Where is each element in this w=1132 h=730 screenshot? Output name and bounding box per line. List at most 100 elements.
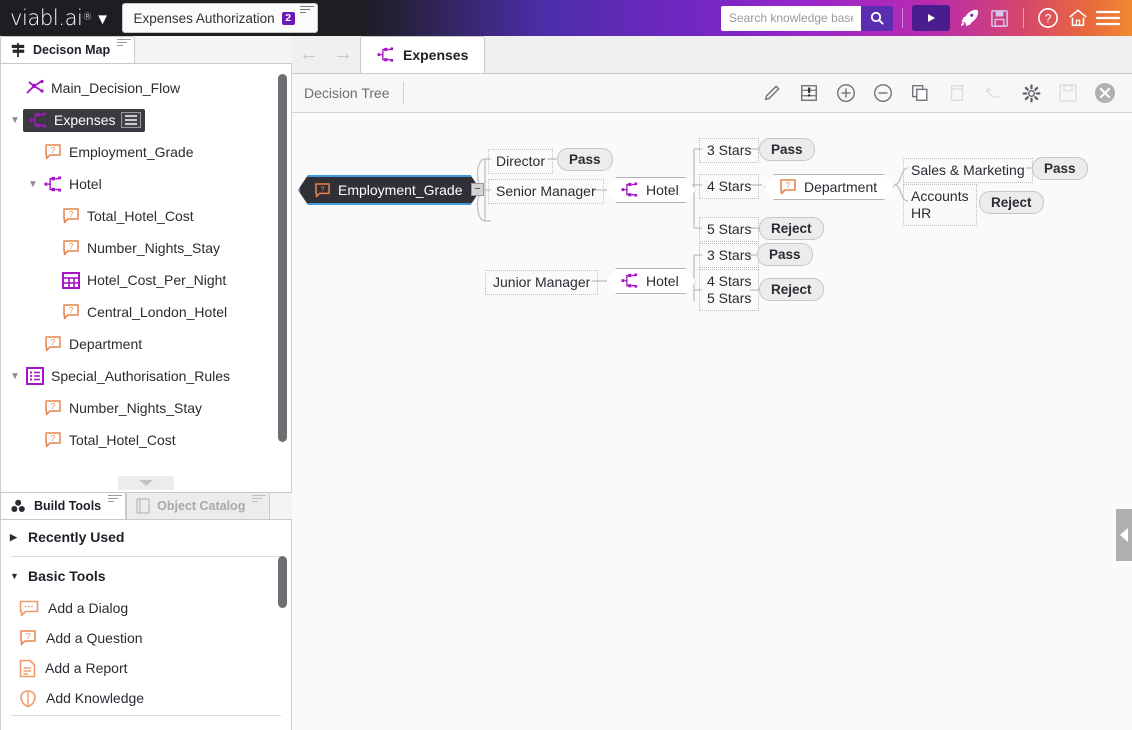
branch-accounts-hr[interactable]: Accounts HR [903, 184, 977, 226]
tool-label: Add a Dialog [48, 600, 129, 616]
tool-add-a-question[interactable]: ? Add a Question [1, 623, 291, 653]
edit-button[interactable] [755, 78, 789, 108]
tab-object-catalog[interactable]: Object Catalog [126, 492, 271, 519]
settings-button[interactable] [1014, 78, 1048, 108]
tree-item-total-hotel-cost[interactable]: ? Total_Hotel_Cost [1, 424, 291, 456]
collapse-right-panel-handle[interactable] [1116, 509, 1132, 561]
tree-item-expenses[interactable]: ▼ Expenses [1, 104, 291, 136]
splitter-grip[interactable] [118, 476, 174, 490]
branch-5-stars-senior[interactable]: 5 Stars [699, 217, 760, 242]
tree-item-department[interactable]: ? Department [1, 328, 291, 360]
save-button [1051, 78, 1085, 108]
svg-text:?: ? [51, 146, 56, 155]
back-arrow-icon[interactable]: ← [292, 35, 326, 73]
app-tab-menu-icon[interactable] [299, 6, 314, 15]
tree-item-selected-pill[interactable]: Expenses [23, 108, 146, 132]
decision-tree-canvas[interactable]: ? Employment_Grade − Director Senior Man… [292, 113, 1132, 730]
tree-item-hotel[interactable]: ▼ Hotel [1, 168, 291, 200]
tools-scrollbar[interactable] [278, 556, 287, 608]
tree-item-number-nights-stay[interactable]: ? Number_Nights_Stay [1, 392, 291, 424]
home-button[interactable] [1063, 4, 1093, 32]
signpost-icon [11, 42, 25, 58]
panel-splitter[interactable] [0, 476, 292, 492]
tree-scrollbar[interactable] [278, 74, 287, 442]
branch-3-stars-senior[interactable]: 3 Stars [699, 138, 760, 163]
tree-item-menu-icon[interactable] [121, 112, 142, 128]
tool-add-a-report[interactable]: Add a Report [1, 653, 291, 683]
chevron-down-icon[interactable]: ▼ [25, 179, 41, 190]
branch-senior-manager[interactable]: Senior Manager [488, 179, 604, 204]
tools-section-knowledge-tools[interactable]: ▼Knowledge Tools [1, 718, 291, 730]
zoom-in-button[interactable] [829, 78, 863, 108]
root-collapse-button[interactable]: − [471, 183, 484, 196]
close-button[interactable] [1088, 78, 1122, 108]
copy-button[interactable] [903, 78, 937, 108]
build-tools-tab-menu-icon[interactable] [108, 495, 123, 504]
branch-4-5-stars-junior[interactable]: 4 Stars 5 Stars [699, 269, 760, 311]
tools-section-recently-used[interactable]: ▶ Recently Used [1, 520, 291, 554]
outcome-reject-accounts-hr[interactable]: Reject [979, 191, 1044, 214]
node-hotel-senior[interactable]: Hotel [606, 177, 696, 203]
save-icon [990, 9, 1008, 27]
branch-junior-manager[interactable]: Junior Manager [485, 270, 599, 295]
object-catalog-tab-menu-icon[interactable] [252, 495, 267, 504]
zoom-out-button[interactable] [866, 78, 900, 108]
forward-arrow-icon[interactable]: → [326, 35, 360, 73]
branch-3-stars-junior[interactable]: 3 Stars [699, 243, 760, 268]
question-icon: ? [44, 432, 62, 448]
tab-build-tools[interactable]: Build Tools [0, 492, 127, 519]
branch-director[interactable]: Director [488, 149, 554, 174]
dialog-icon [19, 600, 39, 617]
chevron-down-icon[interactable]: ▼ [10, 571, 20, 581]
outcome-reject-45stars-junior[interactable]: Reject [759, 278, 824, 301]
svg-text:?: ? [51, 434, 56, 443]
decision-map-tab-menu-icon[interactable] [117, 39, 132, 48]
main-menu-button[interactable] [1093, 4, 1123, 32]
tool-add-knowledge[interactable]: Add Knowledge [1, 683, 291, 713]
chevron-down-icon[interactable]: ▼ [7, 371, 23, 382]
outcome-pass-3stars-senior-label: Pass [771, 142, 803, 157]
tree-item-employment-grade[interactable]: ? Employment_Grade [1, 136, 291, 168]
outcome-pass-3stars-junior[interactable]: Pass [757, 243, 813, 266]
svg-text:?: ? [320, 184, 324, 193]
tree-item-number-nights-stay[interactable]: ? Number_Nights_Stay [1, 232, 291, 264]
tab-expenses[interactable]: Expenses [360, 36, 486, 73]
decision-map-tree[interactable]: Main_Decision_Flow ▼ Expenses? Employment_G… [0, 64, 292, 476]
tab-decision-map[interactable]: Decison Map [0, 36, 136, 63]
app-tab-expenses-authorization[interactable]: Expenses Authorization 2 [121, 3, 318, 33]
chevron-down-icon[interactable]: ▼ [95, 10, 110, 28]
left-sidebar: Decison Map Main_Decision_Flow ▼ Expenses?… [0, 36, 292, 730]
search-button[interactable] [861, 5, 893, 31]
outcome-pass-sales-marketing[interactable]: Pass [1032, 157, 1088, 180]
tree-item-hotel-cost-per-night[interactable]: Hotel_Cost_Per_Night [1, 264, 291, 296]
decision-icon [44, 175, 63, 193]
outcome-pass-3stars-senior[interactable]: Pass [759, 138, 815, 161]
help-button[interactable]: ? [1033, 4, 1063, 32]
deploy-button[interactable] [954, 4, 984, 32]
tools-tabstrip: Build Tools Object Catalog [0, 492, 292, 520]
outcome-pass-director[interactable]: Pass [557, 148, 613, 171]
tree-item-main-decision-flow[interactable]: Main_Decision_Flow [1, 72, 291, 104]
validate-button[interactable] [792, 78, 826, 108]
tree-item-total-hotel-cost[interactable]: ? Total_Hotel_Cost [1, 200, 291, 232]
tool-label: Add Knowledge [46, 690, 145, 706]
tool-add-a-dialog[interactable]: Add a Dialog [1, 593, 291, 623]
search-input[interactable] [721, 5, 861, 31]
chevron-right-icon[interactable]: ▶ [10, 532, 20, 543]
tree-root-node[interactable]: ? Employment_Grade [298, 175, 481, 205]
node-hotel-junior[interactable]: Hotel [606, 268, 696, 294]
node-department[interactable]: ? Department [764, 174, 894, 200]
branch-4-stars-senior[interactable]: 4 Stars [699, 174, 760, 199]
save-all-button[interactable] [984, 4, 1014, 32]
tree-item-central-london-hotel[interactable]: ? Central_London_Hotel [1, 296, 291, 328]
tree-item-special-authorisation-rules[interactable]: ▼ Special_Authorisation_Rules [1, 360, 291, 392]
chevron-down-icon[interactable]: ▼ [7, 115, 23, 126]
outcome-reject-5stars-senior[interactable]: Reject [759, 217, 824, 240]
build-tools-list[interactable]: ▶ Recently Used ▼ Basic Tools Add a Dialog? A… [0, 520, 292, 730]
tree-item-label: Hotel_Cost_Per_Night [87, 272, 227, 288]
run-button[interactable] [912, 5, 950, 31]
svg-text:?: ? [26, 632, 31, 641]
tools-section-basic-tools[interactable]: ▼ Basic Tools [1, 559, 291, 593]
branch-sales-marketing[interactable]: Sales & Marketing [903, 158, 1033, 183]
branch-senior-manager-label: Senior Manager [496, 183, 596, 199]
